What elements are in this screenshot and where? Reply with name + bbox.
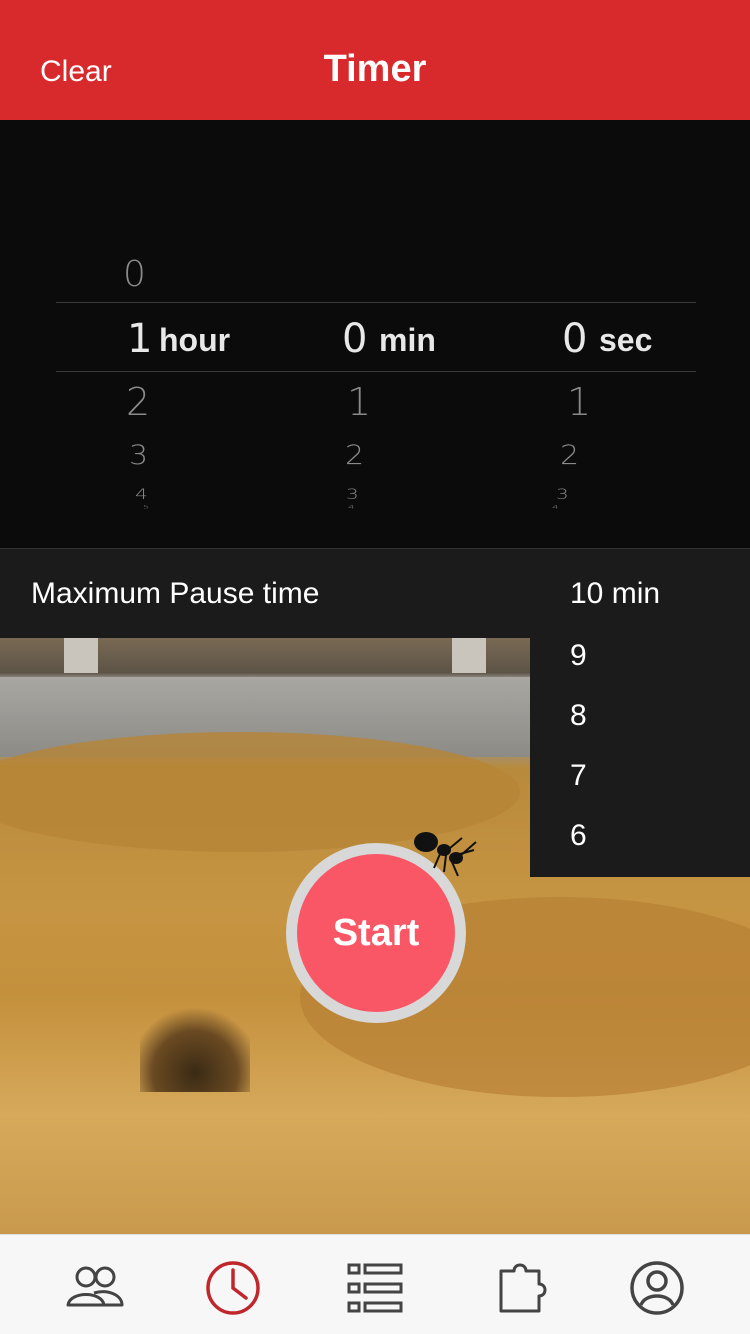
hours-option[interactable]: 2 [126, 380, 150, 424]
background-post [452, 637, 486, 673]
minutes-selected-value[interactable]: 0 [342, 316, 367, 362]
hours-option[interactable]: 3 [129, 440, 148, 472]
max-pause-row[interactable]: Maximum Pause time 10 min [0, 548, 750, 638]
seconds-selected-value[interactable]: 0 [562, 316, 587, 362]
list-icon[interactable] [344, 1257, 406, 1319]
page-title: Timer [323, 48, 427, 90]
seconds-unit-label: sec [599, 322, 653, 358]
dropdown-option[interactable]: 6 [570, 819, 587, 853]
minutes-option[interactable]: 3 [346, 486, 359, 503]
ant-icon [414, 832, 477, 877]
hours-option-above[interactable]: 0 [123, 254, 146, 295]
max-pause-label: Maximum Pause time [31, 577, 320, 610]
hours-unit-label: hour [159, 322, 231, 358]
time-picker: 0 1 hour 2 3 4 5 0 min 1 2 3 4 0 sec 1 2… [0, 120, 750, 550]
seconds-option[interactable]: 2 [560, 440, 579, 472]
puzzle-icon[interactable] [492, 1257, 554, 1319]
profile-icon[interactable] [626, 1257, 688, 1319]
hours-option[interactable]: 5 [143, 505, 149, 509]
max-pause-value[interactable]: 10 min [570, 577, 660, 611]
clock-icon[interactable] [202, 1257, 264, 1319]
minutes-option[interactable]: 4 [348, 505, 354, 509]
dropdown-option[interactable]: 7 [570, 759, 587, 793]
top-bar: Clear Timer [0, 0, 750, 120]
hours-option[interactable]: 4 [135, 486, 148, 503]
minutes-wheel[interactable]: 0 min 1 2 3 4 [300, 120, 520, 550]
seconds-option[interactable]: 4 [552, 505, 558, 509]
background-tuft [140, 997, 250, 1092]
max-pause-dropdown: 9 8 7 6 [530, 637, 750, 877]
tab-bar [0, 1234, 750, 1334]
people-icon[interactable] [64, 1257, 126, 1319]
background-post [64, 637, 98, 673]
seconds-wheel[interactable]: 0 sec 1 2 3 4 [520, 120, 740, 550]
dropdown-option[interactable]: 9 [570, 639, 587, 673]
minutes-option[interactable]: 2 [345, 440, 364, 472]
hours-wheel[interactable]: 0 1 hour 2 3 4 5 [80, 120, 300, 550]
hours-selected-value[interactable]: 1 [127, 316, 152, 362]
seconds-option[interactable]: 3 [556, 486, 569, 503]
minutes-option[interactable]: 1 [347, 380, 371, 424]
minutes-unit-label: min [379, 322, 436, 358]
seconds-option[interactable]: 1 [567, 380, 591, 424]
dropdown-option[interactable]: 8 [570, 699, 587, 733]
